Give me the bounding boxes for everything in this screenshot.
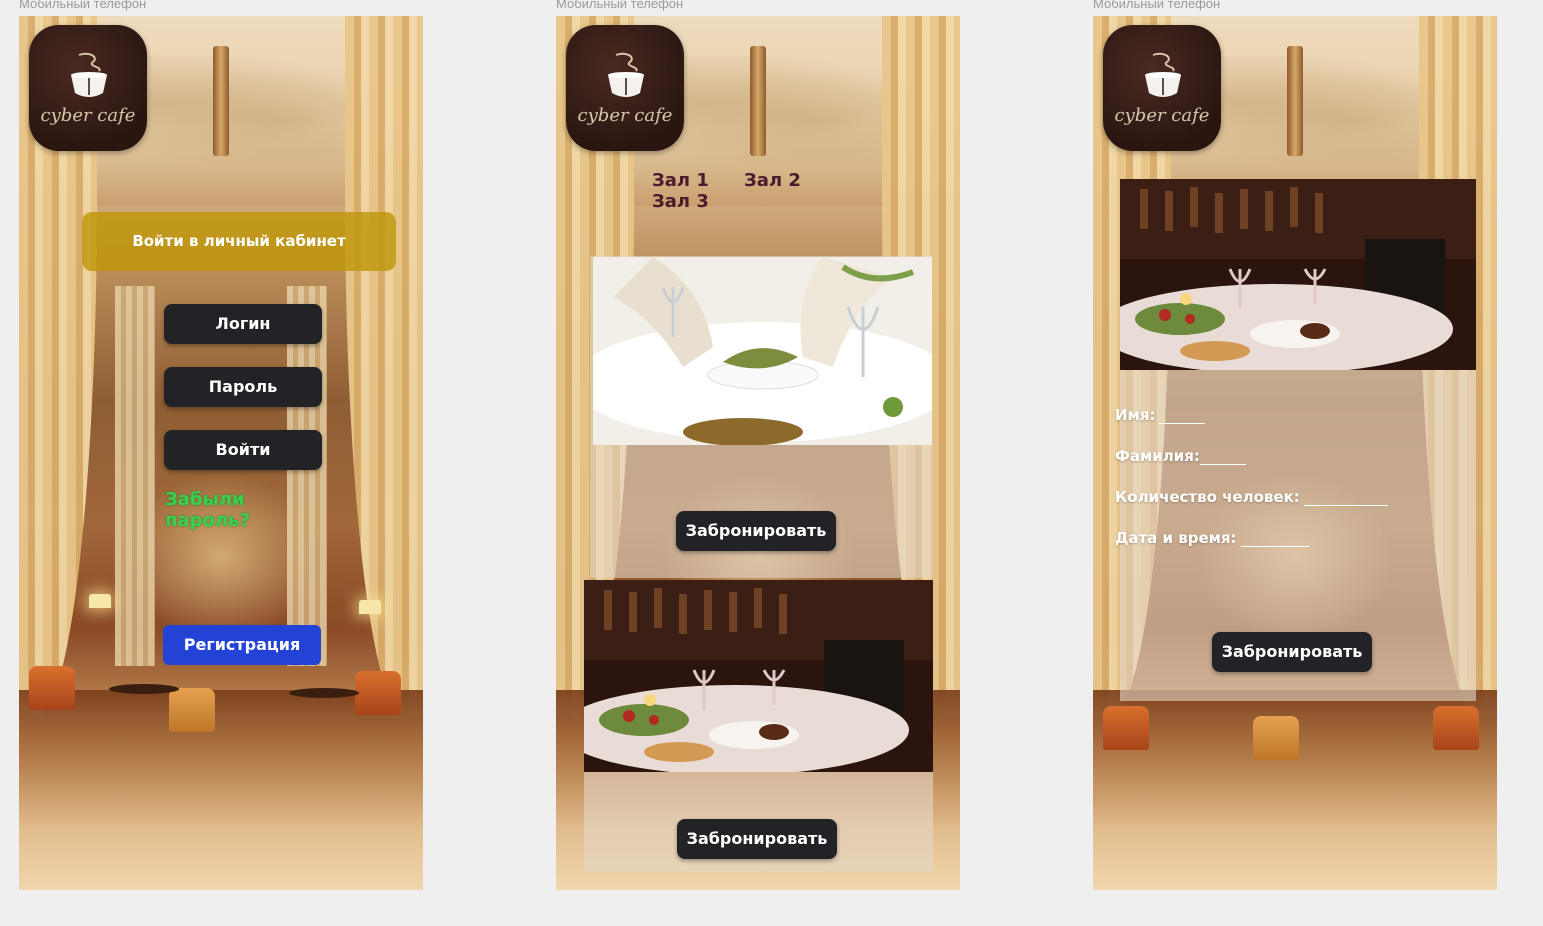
frame-label: Мобильный телефон — [19, 0, 147, 11]
background-chandelier-rod — [750, 46, 766, 156]
frame-label: Мобильный телефон — [1093, 0, 1221, 11]
background-curtain-right — [345, 16, 423, 716]
surname-field[interactable]: Фамилия: — [1115, 447, 1246, 465]
hall-tabs: Зал 1 Зал 2 Зал 3 — [652, 170, 892, 212]
tab-hall-3[interactable]: Зал 3 — [652, 191, 709, 212]
surname-label: Фамилия: — [1115, 447, 1200, 465]
book-button-hall-1[interactable]: Забронировать — [676, 511, 836, 551]
register-button[interactable]: Регистрация — [163, 625, 321, 665]
tab-hall-2[interactable]: Зал 2 — [744, 170, 801, 191]
hall-photo-table-setting — [593, 257, 932, 445]
password-field[interactable]: Пароль — [164, 367, 322, 407]
background-table — [289, 688, 359, 698]
phone-frame-login: cyber cafe Войти в личный кабинет Логин … — [19, 16, 423, 890]
datetime-input-line[interactable] — [1240, 530, 1309, 547]
phone-frame-booking: cyber cafe Имя: Фамилия: Количество чело… — [1093, 16, 1497, 890]
guests-label: Количество человек: — [1115, 488, 1300, 506]
datetime-field[interactable]: Дата и время: — [1115, 529, 1309, 547]
background-inner-curtain — [115, 286, 155, 666]
background-table — [109, 684, 179, 694]
frame-label: Мобильный телефон — [556, 0, 684, 11]
tab-hall-1[interactable]: Зал 1 — [652, 170, 709, 191]
booking-photo-dining — [1120, 179, 1476, 370]
background-floor — [19, 690, 423, 890]
background-chandelier-rod — [1287, 46, 1303, 156]
background-chair — [1253, 716, 1299, 760]
coffee-cup-icon — [608, 52, 644, 97]
background-chair — [29, 666, 75, 710]
background-chair — [355, 671, 401, 715]
coffee-cup-icon — [1145, 52, 1181, 97]
book-submit-button[interactable]: Забронировать — [1212, 632, 1372, 672]
datetime-label: Дата и время: — [1115, 529, 1237, 547]
forgot-password-link[interactable]: Забыли пароль? — [165, 489, 335, 531]
login-field[interactable]: Логин — [164, 304, 322, 344]
background-chair — [169, 688, 215, 732]
background-chair — [1433, 706, 1479, 750]
book-button-hall-2[interactable]: Забронировать — [677, 819, 837, 859]
coffee-cup-icon — [71, 52, 107, 97]
dining-illustration — [1120, 179, 1476, 370]
guests-field[interactable]: Количество человек: — [1115, 488, 1388, 506]
surname-input-line[interactable] — [1199, 448, 1246, 465]
table-setting-illustration — [593, 257, 932, 445]
app-logo: cyber cafe — [29, 25, 147, 151]
hall-photo-dining — [584, 580, 933, 772]
background-chair — [1103, 706, 1149, 750]
login-title-banner: Войти в личный кабинет — [82, 212, 396, 271]
name-label: Имя: — [1115, 406, 1156, 424]
login-submit-button[interactable]: Войти — [164, 430, 322, 470]
dining-illustration — [584, 580, 933, 772]
name-input-line[interactable] — [1159, 407, 1206, 424]
logo-text: cyber cafe — [1114, 105, 1210, 126]
phone-frame-halls: cyber cafe Зал 1 Зал 2 Зал 3 Забронирова… — [556, 16, 960, 890]
app-logo: cyber cafe — [566, 25, 684, 151]
logo-text: cyber cafe — [40, 105, 136, 126]
background-chandelier-rod — [213, 46, 229, 156]
guests-input-line[interactable] — [1303, 489, 1388, 506]
name-field[interactable]: Имя: — [1115, 406, 1206, 424]
app-logo: cyber cafe — [1103, 25, 1221, 151]
background-lamp — [359, 600, 381, 614]
background-lamp — [89, 594, 111, 608]
logo-text: cyber cafe — [577, 105, 673, 126]
